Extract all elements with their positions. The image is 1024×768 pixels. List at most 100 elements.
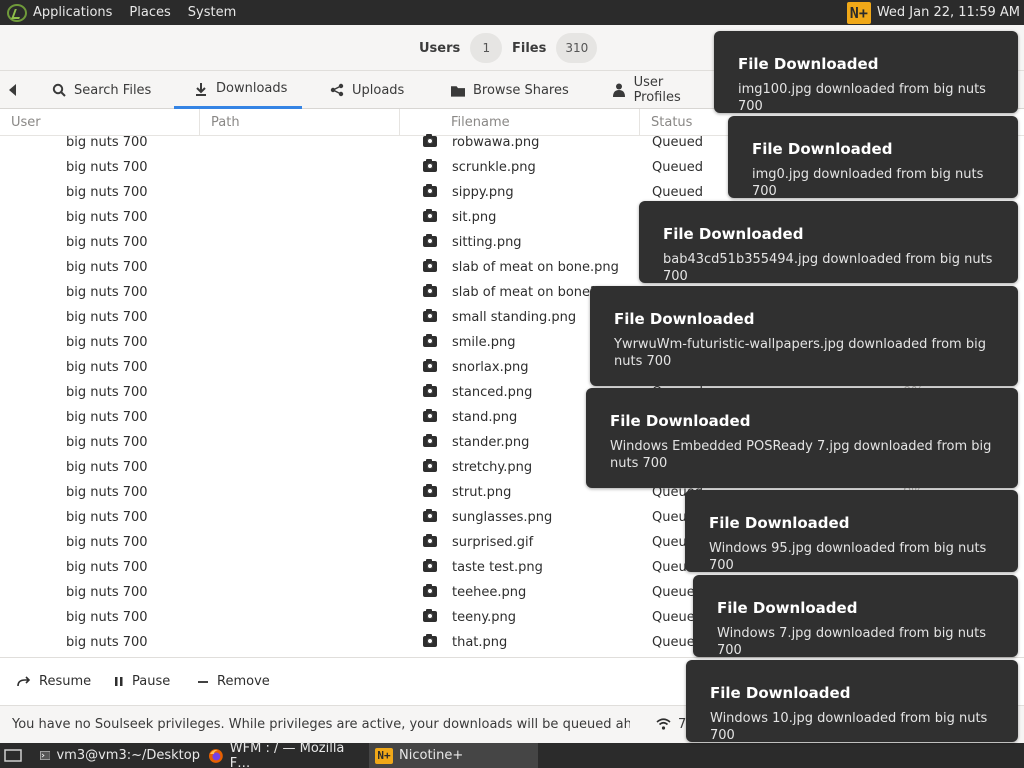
privileges-message: You have no Soulseek privileges. While p… <box>12 717 630 732</box>
row-user: big nuts 700 <box>66 185 148 200</box>
folder-icon <box>451 83 465 97</box>
taskbar-item-firefox[interactable]: WFM : / — Mozilla F… <box>202 740 367 768</box>
notification[interactable]: File Downloaded Windows 10.jpg downloade… <box>686 660 1018 743</box>
row-filename: stanced.png <box>452 385 533 400</box>
notification-body: img100.jpg downloaded from big nuts 700 <box>738 82 986 114</box>
users-count-badge[interactable]: 1 <box>470 33 503 63</box>
menu-places[interactable]: Places <box>129 5 170 20</box>
menu-applications[interactable]: Applications <box>33 5 112 20</box>
camera-icon <box>423 209 437 222</box>
row-filename: that.png <box>452 635 508 650</box>
notification-title: File Downloaded <box>717 599 858 617</box>
row-filename: surprised.gif <box>452 535 534 550</box>
notification-title: File Downloaded <box>663 225 804 243</box>
camera-icon <box>423 384 437 397</box>
tab-label: User Profiles <box>633 75 681 105</box>
camera-icon <box>423 634 437 647</box>
notification-title: File Downloaded <box>610 412 751 430</box>
pause-button[interactable]: Pause <box>114 674 170 689</box>
menu-system[interactable]: System <box>188 5 236 20</box>
resume-button[interactable]: Resume <box>17 674 91 689</box>
tab-label: Downloads <box>216 81 288 96</box>
tab-search-files[interactable]: Search Files <box>52 71 162 109</box>
redo-icon <box>17 675 31 686</box>
row-user: big nuts 700 <box>66 235 148 250</box>
camera-icon <box>423 234 437 247</box>
tab-user-profiles[interactable]: User Profiles <box>612 71 712 109</box>
taskbar-item-terminal[interactable]: vm3@vm3:~/Desktop <box>34 743 200 768</box>
tab-downloads[interactable]: Downloads <box>174 71 302 109</box>
camera-icon <box>423 259 437 272</box>
row-user: big nuts 700 <box>66 560 148 575</box>
row-user: big nuts 700 <box>66 310 148 325</box>
row-user: big nuts 700 <box>66 610 148 625</box>
notification[interactable]: File Downloaded Windows 7.jpg downloaded… <box>693 575 1018 658</box>
camera-icon <box>423 584 437 597</box>
distro-logo-icon[interactable] <box>7 3 27 22</box>
row-filename: scrunkle.png <box>452 160 536 175</box>
notification[interactable]: File Downloaded Windows 95.jpg downloade… <box>685 490 1018 573</box>
taskbar-label: WFM : / — Mozilla F… <box>229 740 345 768</box>
tab-uploads[interactable]: Uploads <box>330 71 420 109</box>
row-user: big nuts 700 <box>66 385 148 400</box>
search-icon <box>52 83 66 97</box>
tab-label: Uploads <box>352 82 405 98</box>
tab-scroll-left-button[interactable] <box>8 71 28 109</box>
row-filename: sippy.png <box>452 185 514 200</box>
notification[interactable]: File Downloaded bab43cd51b355494.jpg dow… <box>639 201 1018 284</box>
row-user: big nuts 700 <box>66 485 148 500</box>
notification[interactable]: File Downloaded Windows Embedded POSRead… <box>586 388 1018 488</box>
notification[interactable]: File Downloaded YwrwuWm-futuristic-wallp… <box>590 286 1018 386</box>
clock[interactable]: Wed Jan 22, 11:59 AM <box>877 5 1020 20</box>
taskbar: vm3@vm3:~/Desktop WFM : / — Mozilla F… N… <box>0 740 1024 768</box>
row-user: big nuts 700 <box>66 460 148 475</box>
files-counter: Files 310 <box>512 33 598 63</box>
row-user: big nuts 700 <box>66 135 148 150</box>
pause-icon <box>115 677 123 686</box>
row-filename: smile.png <box>452 335 516 350</box>
row-user: big nuts 700 <box>66 160 148 175</box>
remove-button[interactable]: Remove <box>197 674 270 689</box>
notification[interactable]: File Downloaded img0.jpg downloaded from… <box>728 116 1018 199</box>
person-icon <box>612 83 626 97</box>
row-user: big nuts 700 <box>66 510 148 525</box>
row-user: big nuts 700 <box>66 360 148 375</box>
row-filename: stretchy.png <box>452 460 533 475</box>
remove-label: Remove <box>217 674 270 689</box>
row-user: big nuts 700 <box>66 535 148 550</box>
camera-icon <box>423 284 437 297</box>
camera-icon <box>423 559 437 572</box>
row-filename: strut.png <box>452 485 512 500</box>
notification[interactable]: File Downloaded img100.jpg downloaded fr… <box>714 31 1018 114</box>
nicotine-plus-icon[interactable]: N+ <box>846 1 871 24</box>
wifi-icon <box>656 718 671 730</box>
top-panel: Applications Places System N+ Wed Jan 22… <box>0 0 1024 25</box>
row-filename: stand.png <box>452 410 518 425</box>
row-filename: sunglasses.png <box>452 510 553 525</box>
row-user: big nuts 700 <box>66 410 148 425</box>
taskbar-label: Nicotine+ <box>399 748 464 763</box>
share-icon <box>330 83 344 97</box>
tab-label: Search Files <box>74 82 152 98</box>
download-icon <box>194 82 208 96</box>
row-user: big nuts 700 <box>66 635 148 650</box>
row-status: Queued <box>652 185 703 200</box>
taskbar-item-nicotine[interactable]: N+ Nicotine+ <box>369 743 538 768</box>
files-count-badge[interactable]: 310 <box>556 33 598 63</box>
camera-icon <box>423 159 437 172</box>
row-user: big nuts 700 <box>66 260 148 275</box>
row-filename: sitting.png <box>452 235 522 250</box>
tab-label: Browse Shares <box>473 82 569 98</box>
notification-title: File Downloaded <box>738 55 879 73</box>
pause-label: Pause <box>132 674 171 689</box>
camera-icon <box>423 134 437 147</box>
row-user: big nuts 700 <box>66 210 148 225</box>
notification-body: YwrwuWm-futuristic-wallpapers.jpg downlo… <box>614 337 986 369</box>
notification-title: File Downloaded <box>752 140 893 158</box>
row-status: Queued <box>652 160 703 175</box>
show-desktop-button[interactable] <box>0 743 28 768</box>
row-filename: stander.png <box>452 435 530 450</box>
tab-browse-shares[interactable]: Browse Shares <box>451 71 576 109</box>
camera-icon <box>423 184 437 197</box>
firefox-icon <box>208 748 223 763</box>
